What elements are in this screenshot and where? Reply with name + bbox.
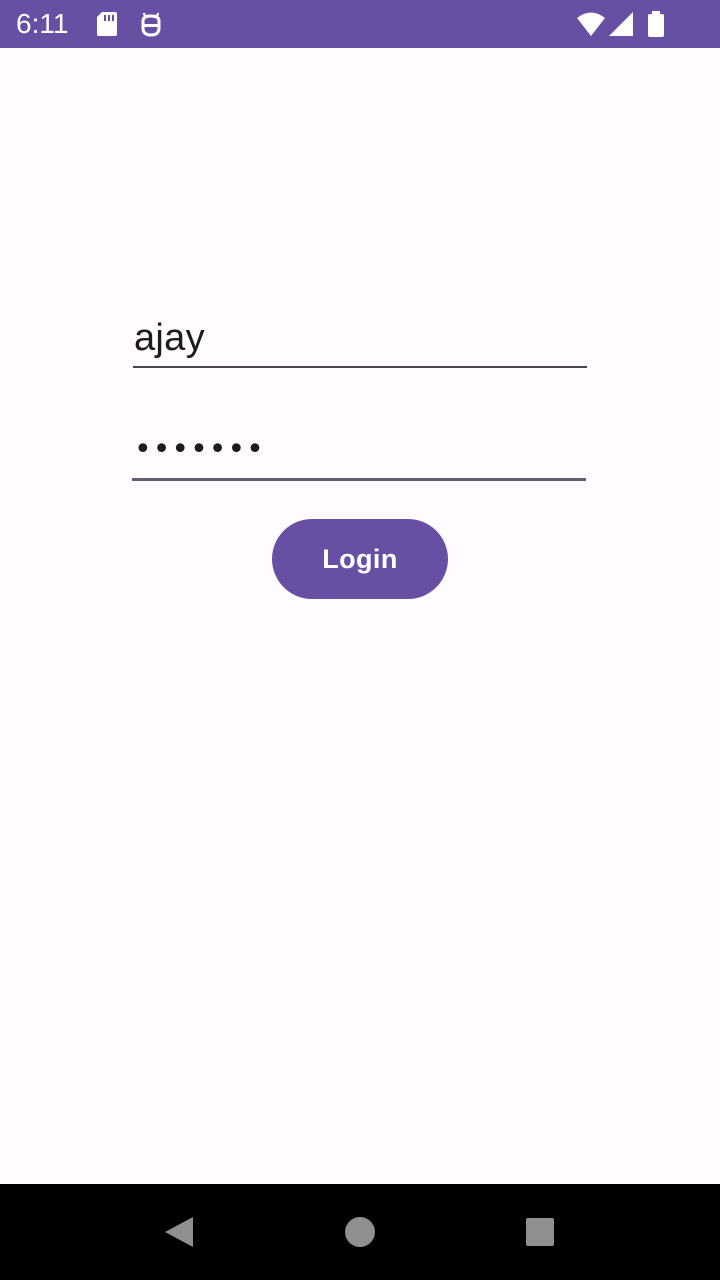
status-time: 6:11 <box>16 8 69 39</box>
username-field[interactable]: ajay <box>133 308 587 368</box>
login-button[interactable]: Login <box>272 519 448 599</box>
home-icon <box>345 1217 375 1247</box>
recents-button[interactable] <box>492 1184 588 1280</box>
sd-card-icon <box>97 12 117 36</box>
signal-icon <box>609 12 633 36</box>
navigation-bar <box>0 1184 720 1280</box>
debug-icon <box>141 12 161 37</box>
battery-icon <box>648 11 664 37</box>
password-field[interactable]: ••••••• <box>132 420 586 481</box>
password-value[interactable]: ••••••• <box>134 435 265 465</box>
username-value[interactable]: ajay <box>134 316 205 360</box>
home-button[interactable] <box>312 1184 408 1280</box>
wifi-icon <box>577 12 605 36</box>
login-screen: 6:11 ajay ••••••• Login <box>0 0 720 1280</box>
status-bar: 6:11 <box>0 0 720 48</box>
back-icon <box>165 1217 193 1247</box>
recents-icon <box>526 1218 554 1246</box>
back-button[interactable] <box>131 1184 227 1280</box>
